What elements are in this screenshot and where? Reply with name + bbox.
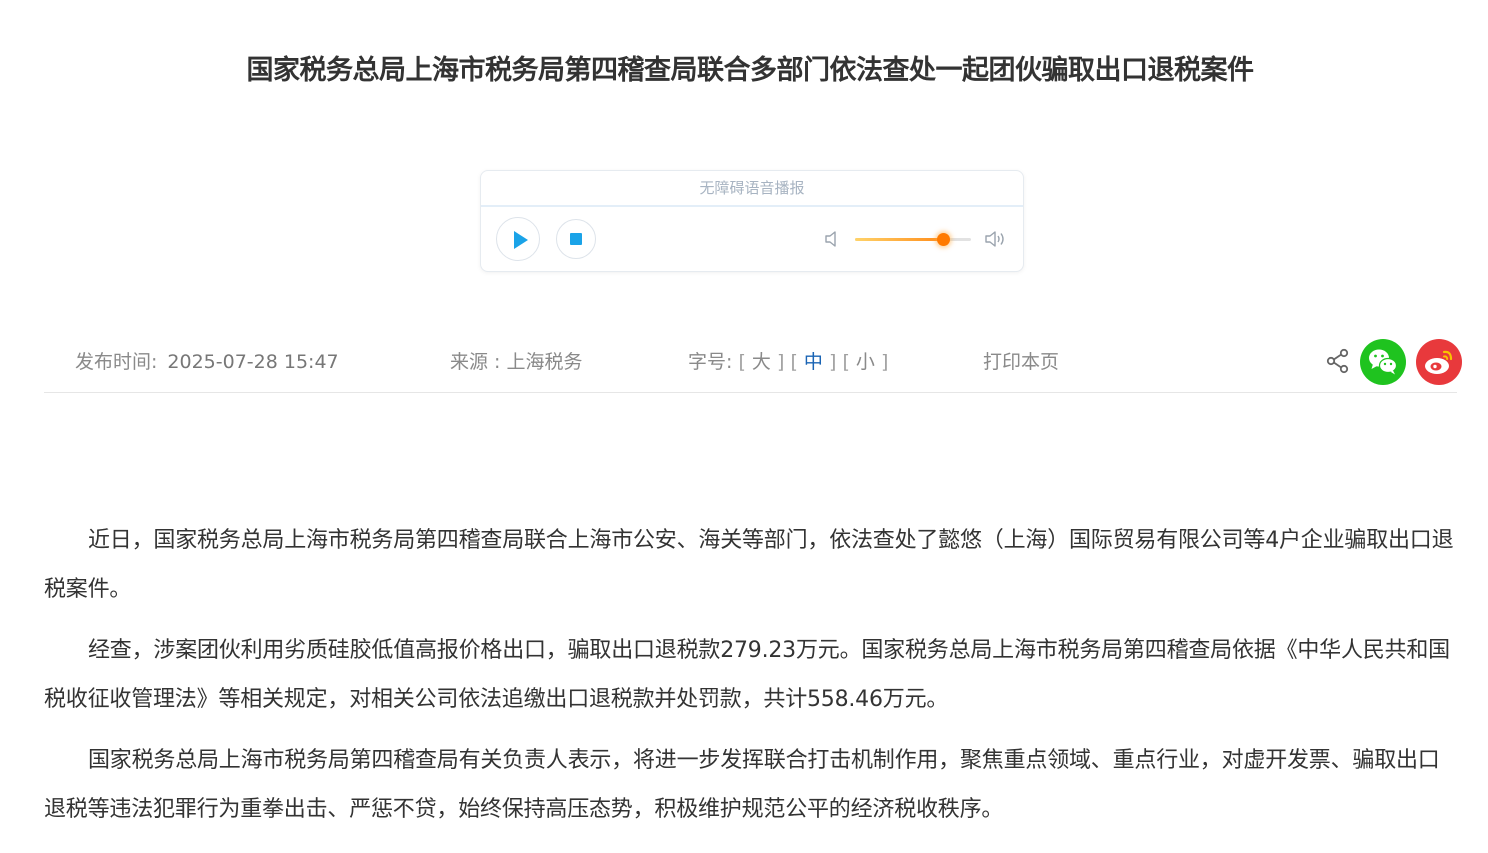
weibo-share-button[interactable] [1416, 339, 1462, 385]
font-size-selector: 字号: [ 大 ] [ 中 ] [ 小 ] [688, 347, 888, 374]
volume-fill [855, 238, 944, 241]
font-size-medium[interactable]: 中 [804, 351, 823, 373]
article-title: 国家税务总局上海市税务局第四稽查局联合多部门依法查处一起团伙骗取出口退税案件 [246, 55, 1255, 87]
bracket-open: [ [738, 351, 746, 373]
wechat-share-button[interactable] [1360, 339, 1406, 385]
share-icon[interactable] [1326, 348, 1350, 374]
bracket-close: ] [880, 351, 889, 373]
bracket-open: [ [842, 351, 850, 373]
volume-high-icon[interactable] [984, 229, 1008, 249]
audio-player-header: 无障碍语音播报 [481, 171, 1023, 207]
article-paragraph: 近日，国家税务总局上海市税务局第四稽查局联合上海市公安、海关等部门，依法查处了懿… [44, 528, 1454, 602]
article-source: 来源 : 上海税务 [450, 351, 583, 373]
bracket-open: [ [790, 351, 798, 373]
bracket-close: ] [776, 351, 785, 373]
stop-button[interactable] [556, 219, 596, 259]
article-body: 近日，国家税务总局上海市税务局第四稽查局联合上海市公安、海关等部门，依法查处了懿… [44, 516, 1460, 846]
play-icon [514, 231, 528, 249]
volume-knob[interactable] [937, 233, 951, 246]
print-link[interactable]: 打印本页 [983, 347, 1059, 374]
volume-low-icon[interactable] [824, 229, 840, 249]
audio-player: 无障碍语音播报 [480, 170, 1024, 272]
publish-date: 发布时间: 2025-07-28 15:47 [75, 347, 339, 374]
bracket-close: ] [828, 351, 837, 373]
font-size-large[interactable]: 大 [752, 351, 771, 373]
stop-icon [570, 233, 582, 245]
article-paragraph: 经查，涉案团伙利用劣质硅胶低值高报价格出口，骗取出口退税款279.23万元。国家… [44, 638, 1450, 712]
font-size-small[interactable]: 小 [856, 351, 875, 373]
meta-divider [44, 392, 1457, 393]
article-paragraph: 国家税务总局上海市税务局第四稽查局有关负责人表示，将进一步发挥联合打击机制作用，… [44, 748, 1440, 822]
volume-slider[interactable] [855, 233, 971, 246]
font-size-label: 字号: [688, 351, 733, 373]
play-button[interactable] [496, 217, 540, 261]
publish-date-label: 发布时间: [75, 351, 158, 373]
wechat-icon [1369, 349, 1398, 375]
publish-date-value: 2025-07-28 15:47 [167, 351, 339, 373]
weibo-icon [1425, 350, 1453, 374]
